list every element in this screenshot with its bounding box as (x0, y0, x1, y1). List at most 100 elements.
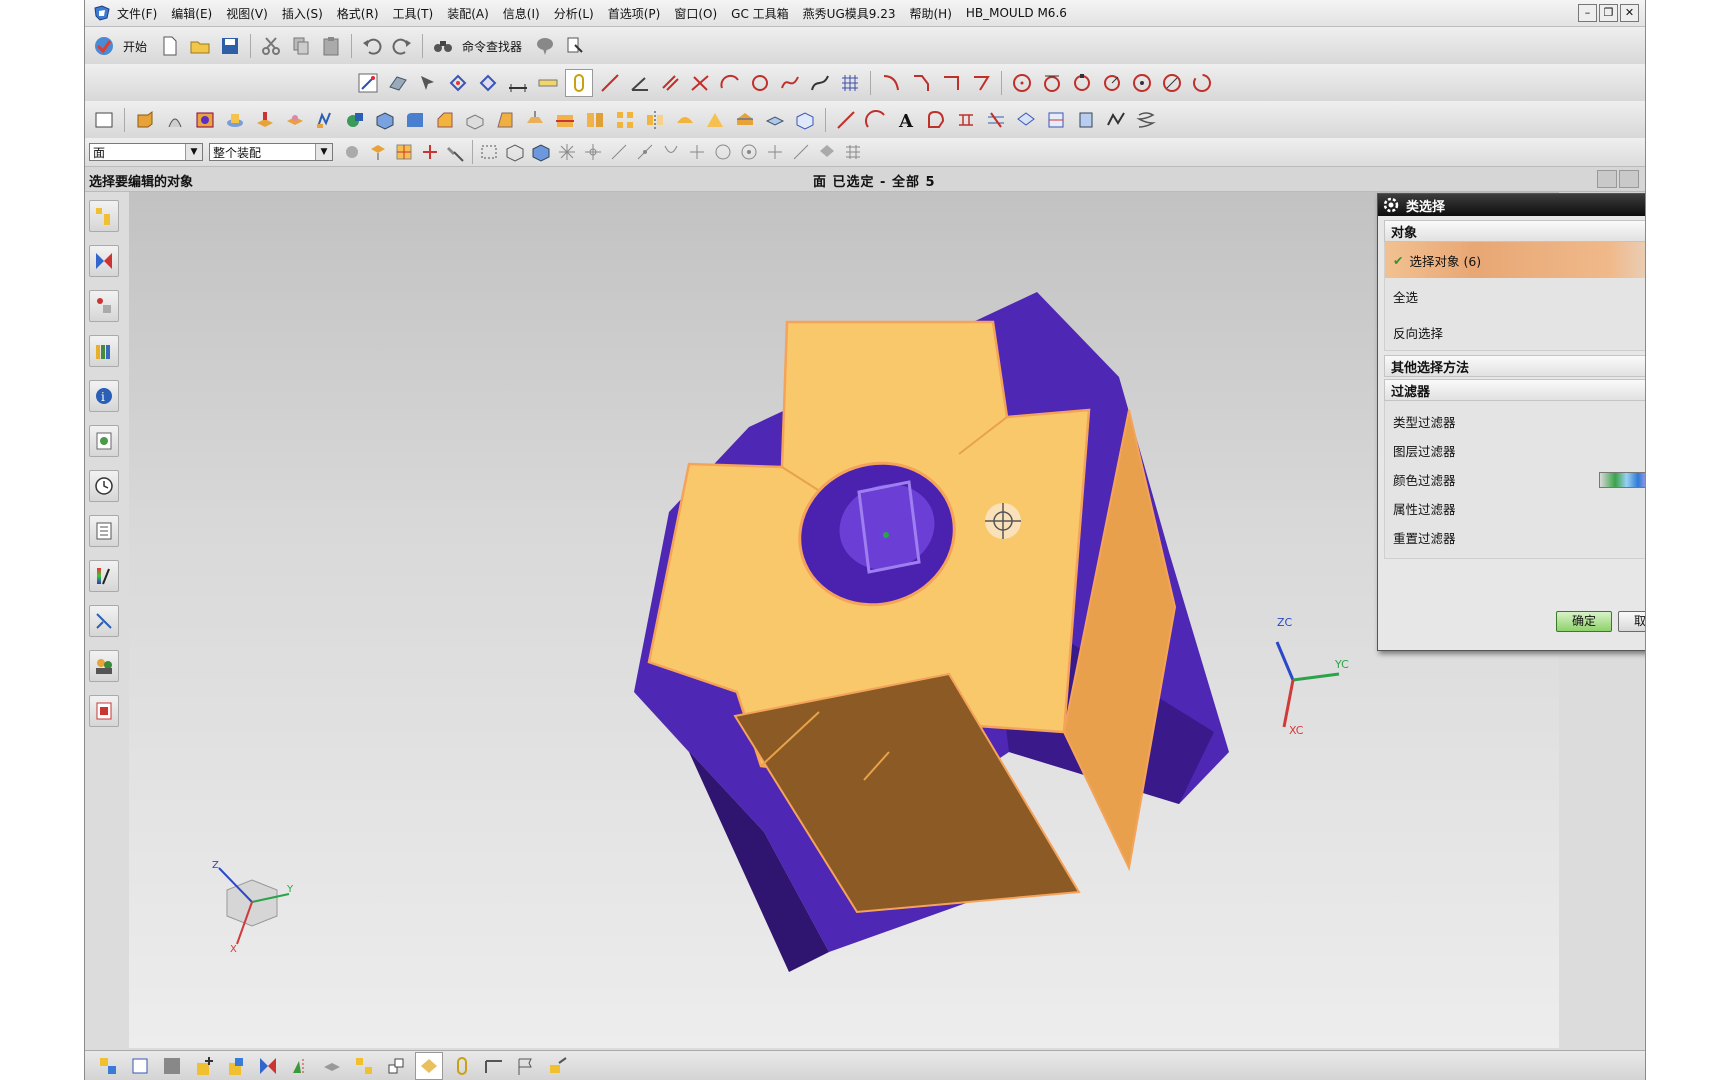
snap-quadrant-icon[interactable] (710, 139, 736, 165)
boss-icon[interactable] (222, 107, 248, 133)
chamfer-icon[interactable] (432, 107, 458, 133)
restore-button[interactable]: ❐ (1599, 4, 1618, 22)
history-icon[interactable] (89, 425, 119, 457)
cancel-button[interactable]: 取消 (1618, 611, 1645, 632)
split-body-icon[interactable] (582, 107, 608, 133)
point-circle-icon[interactable] (1129, 70, 1155, 96)
section-curve-icon[interactable] (1013, 107, 1039, 133)
select-objects-row[interactable]: ✔ 选择对象 (6) (1385, 242, 1645, 278)
snap-intersection-icon[interactable] (658, 139, 684, 165)
wave-link-icon[interactable] (383, 1053, 409, 1079)
law-curve-icon[interactable] (1103, 107, 1129, 133)
snap-arc-center-icon[interactable] (684, 139, 710, 165)
ok-button[interactable]: 确定 (1556, 611, 1612, 632)
snap-grid-icon[interactable] (554, 139, 580, 165)
menu-yanxiu-mold[interactable]: 燕秀UG模具9.23 (803, 5, 896, 22)
thread-icon[interactable] (312, 107, 338, 133)
flag-list-icon[interactable] (513, 1053, 539, 1079)
color-filter-swatch[interactable] (1599, 472, 1645, 488)
snap-existing-point-icon[interactable] (736, 139, 762, 165)
select-hammer-icon[interactable] (443, 139, 469, 165)
scope-filter-combo[interactable]: 整个装配 ▼ (209, 143, 333, 161)
trim-corner-icon[interactable] (938, 70, 964, 96)
arc-tool-icon[interactable] (863, 107, 889, 133)
circle-arc-icon[interactable] (747, 70, 773, 96)
chamfer-curve-icon[interactable] (908, 70, 934, 96)
web-browser-icon[interactable]: i (89, 380, 119, 412)
general-selection-intent-icon[interactable] (339, 139, 365, 165)
rectangle-select-icon[interactable] (476, 139, 502, 165)
intersect-line-icon[interactable] (687, 70, 713, 96)
part-navigator-icon[interactable] (89, 290, 119, 322)
circle-radius-icon[interactable] (1099, 70, 1125, 96)
section-filter[interactable]: 过滤器 ︿ (1384, 379, 1645, 401)
helix-icon[interactable] (1133, 107, 1159, 133)
snap-on-face-icon[interactable] (788, 139, 814, 165)
gear-icon[interactable] (1382, 196, 1400, 214)
type-filter-row[interactable]: 类型过滤器 (1385, 407, 1645, 436)
palette-icon[interactable] (89, 695, 119, 727)
select-filter-icon[interactable] (391, 139, 417, 165)
section-other-methods[interactable]: 其他选择方法 ﹀ (1384, 355, 1645, 377)
component-icon[interactable] (127, 1053, 153, 1079)
measure-bottom-icon[interactable] (481, 1053, 507, 1079)
invert-selection-row[interactable]: 反向选择 (1385, 314, 1645, 350)
trim-body-icon[interactable] (552, 107, 578, 133)
undo-icon[interactable] (359, 33, 385, 59)
line-icon[interactable] (597, 70, 623, 96)
snap-vertex-icon[interactable] (475, 70, 501, 96)
spline-icon[interactable] (777, 70, 803, 96)
menu-preferences[interactable]: 首选项(P) (608, 5, 661, 22)
visualization-icon[interactable] (89, 560, 119, 592)
new-file-icon[interactable] (157, 33, 183, 59)
angle-line-icon[interactable] (627, 70, 653, 96)
roles-icon[interactable] (89, 650, 119, 682)
grid-icon[interactable] (837, 70, 863, 96)
menu-gc-toolbox[interactable]: GC 工具箱 (731, 5, 789, 22)
menu-window[interactable]: 窗口(O) (674, 5, 717, 22)
circle-center-icon[interactable] (1009, 70, 1035, 96)
sketch-icon[interactable] (355, 70, 381, 96)
menu-view[interactable]: 视图(V) (226, 5, 268, 22)
draft-icon[interactable] (492, 107, 518, 133)
maximize-view-icon[interactable] (1619, 170, 1639, 188)
extract-geometry-icon[interactable] (1073, 107, 1099, 133)
project-curve-icon[interactable] (953, 107, 979, 133)
pattern-icon[interactable] (612, 107, 638, 133)
shell-icon[interactable] (462, 107, 488, 133)
menu-tools[interactable]: 工具(T) (393, 5, 434, 22)
add-component-icon[interactable] (191, 1053, 217, 1079)
parallel-line-icon[interactable] (657, 70, 683, 96)
menu-analysis[interactable]: 分析(L) (554, 5, 594, 22)
link-chain-icon[interactable] (449, 1053, 475, 1079)
menu-file[interactable]: 文件(F) (117, 5, 157, 22)
patch-icon[interactable] (702, 107, 728, 133)
synchronous-icon[interactable] (762, 107, 788, 133)
extrude-icon[interactable] (132, 107, 158, 133)
circle-three-point-icon[interactable] (1069, 70, 1095, 96)
link-icon[interactable] (565, 69, 593, 97)
select-snap-icon[interactable] (417, 139, 443, 165)
minimize-button[interactable]: – (1578, 4, 1597, 22)
move-object-icon[interactable] (545, 1053, 571, 1079)
menu-information[interactable]: 信息(I) (503, 5, 540, 22)
snap-point-icon[interactable] (445, 70, 471, 96)
isoparametric-icon[interactable] (1043, 107, 1069, 133)
help-tooltip-icon[interactable] (532, 33, 558, 59)
shaded-icon[interactable] (528, 139, 554, 165)
replace-face-icon[interactable] (732, 107, 758, 133)
offset-face-icon[interactable] (522, 107, 548, 133)
redo-icon[interactable] (389, 33, 415, 59)
paste-icon[interactable] (318, 33, 344, 59)
table-icon[interactable] (159, 1053, 185, 1079)
snap-midpoint-icon[interactable] (580, 139, 606, 165)
binoculars-icon[interactable] (430, 33, 456, 59)
pocket-icon[interactable] (252, 107, 278, 133)
unite-icon[interactable] (342, 107, 368, 133)
line-tool-icon[interactable] (833, 107, 859, 133)
menu-format[interactable]: 格式(R) (337, 5, 379, 22)
snap-point-on-curve-icon[interactable] (762, 139, 788, 165)
close-window-button[interactable]: ✕ (1620, 4, 1639, 22)
assembly-sequence-icon[interactable] (415, 1052, 443, 1080)
snap-bounded-icon[interactable] (814, 139, 840, 165)
